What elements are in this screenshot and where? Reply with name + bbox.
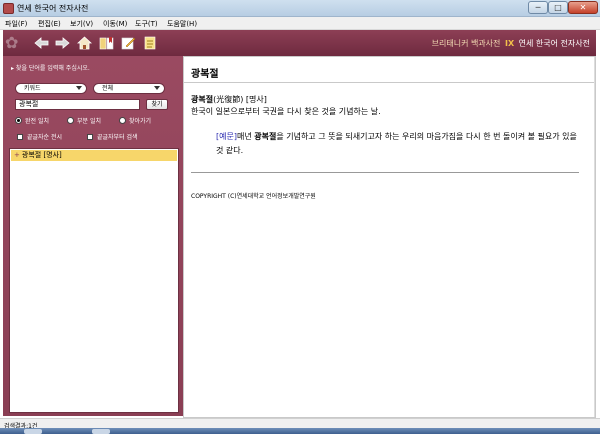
search-scope-select[interactable]: 전체 [93,83,165,94]
minimize-button[interactable]: ─ [528,1,548,14]
chevron-down-icon [76,86,82,90]
check-reverse-display[interactable]: 끝글자순 전시 [17,132,62,141]
headword-title: 광복절 [191,69,219,80]
brand-logo: 브리태니커 백과사전 IX 연세 한국어 전자사전 [432,38,590,49]
entry-header: 광복절 [184,57,595,83]
expand-icon: + [14,151,20,159]
radio-go-to[interactable]: 찾아가기 [119,116,151,125]
entry-line: 광복절(光復節) [명사] [191,94,267,105]
menu-move[interactable]: 이동(M) [103,19,127,29]
search-panel: ▸ 찾을 단어를 입력해 주십시오. 키워드 전체 광복절 찾기 완전 일치 부… [3,56,183,416]
edit-icon[interactable] [120,35,136,51]
entry-pos: [명사] [245,95,267,104]
copyright-text: COPYRIGHT (C)연세대학교 언어정보개발연구원 [191,193,316,200]
checkbox-icon [87,133,93,140]
result-list: + 광복절 [명사] [9,148,179,413]
memo-icon[interactable] [142,35,158,51]
taskbar [0,428,600,434]
taskbar-button[interactable] [92,429,110,434]
radio-dot-icon [67,117,74,124]
brand-title: 연세 한국어 전자사전 [518,39,590,48]
list-item[interactable]: + 광복절 [명사] [11,150,177,161]
search-hint: ▸ 찾을 단어를 입력해 주십시오. [11,65,90,72]
window-title: 연세 한국어 전자사전 [17,4,89,13]
menu-help[interactable]: 도움말(H) [167,19,197,29]
radio-partial-match[interactable]: 부분 일치 [67,116,101,125]
find-button[interactable]: 찾기 [146,99,168,110]
entry-view: 광복절 광복절(光復節) [명사] 한국이 일본으로부터 국권을 다시 찾은 것… [183,56,596,418]
brand-subtitle: 브리태니커 백과사전 [431,39,501,48]
back-arrow-icon[interactable] [33,35,49,51]
menu-tools[interactable]: 도구(T) [135,19,158,29]
entry-definition: 한국이 일본으로부터 국권을 다시 찾은 것을 기념하는 날. [191,107,381,116]
list-item-label: 광복절 [명사] [21,151,62,159]
chevron-down-icon [154,86,160,90]
search-type-select[interactable]: 키워드 [15,83,87,94]
title-bar: 연세 한국어 전자사전 ─ □ ✕ [0,0,600,17]
example-tag: [예문] [216,132,237,141]
menu-edit[interactable]: 편집(E) [38,19,61,29]
entry-example: [예문]매년 광복절을 기념하고 그 뜻을 되새기고자 하는 우리의 마음가짐을… [216,132,577,155]
scrollbar[interactable] [594,57,595,417]
menu-view[interactable]: 보기(V) [70,19,93,29]
taskbar-button[interactable] [24,429,42,434]
radio-dot-icon [119,117,126,124]
brand-ix: IX [504,39,515,48]
radio-exact-match[interactable]: 완전 일치 [15,116,49,125]
entry-word: 광복절 [191,95,214,104]
toolbar: ✿ 브리태니커 백과사전 IX 연세 한국어 전자사전 [3,30,596,56]
forward-arrow-icon[interactable] [54,35,70,51]
bookmark-icon[interactable] [98,35,114,51]
app-icon [3,3,14,14]
maximize-button[interactable]: □ [548,1,568,14]
home-icon[interactable] [76,35,92,51]
check-reverse-search[interactable]: 끝글자부터 검색 [87,132,138,141]
search-input[interactable]: 광복절 [15,99,140,110]
checkbox-icon [17,133,23,140]
radio-dot-icon [15,117,22,124]
menu-bar: 파일(F) 편집(E) 보기(V) 이동(M) 도구(T) 도움말(H) [0,17,600,30]
menu-file[interactable]: 파일(F) [5,19,27,29]
entry-hanja: (光復節) [213,95,244,104]
decorative-pattern-icon: ✿ [5,33,19,52]
close-button[interactable]: ✕ [568,1,598,14]
divider [191,172,579,173]
